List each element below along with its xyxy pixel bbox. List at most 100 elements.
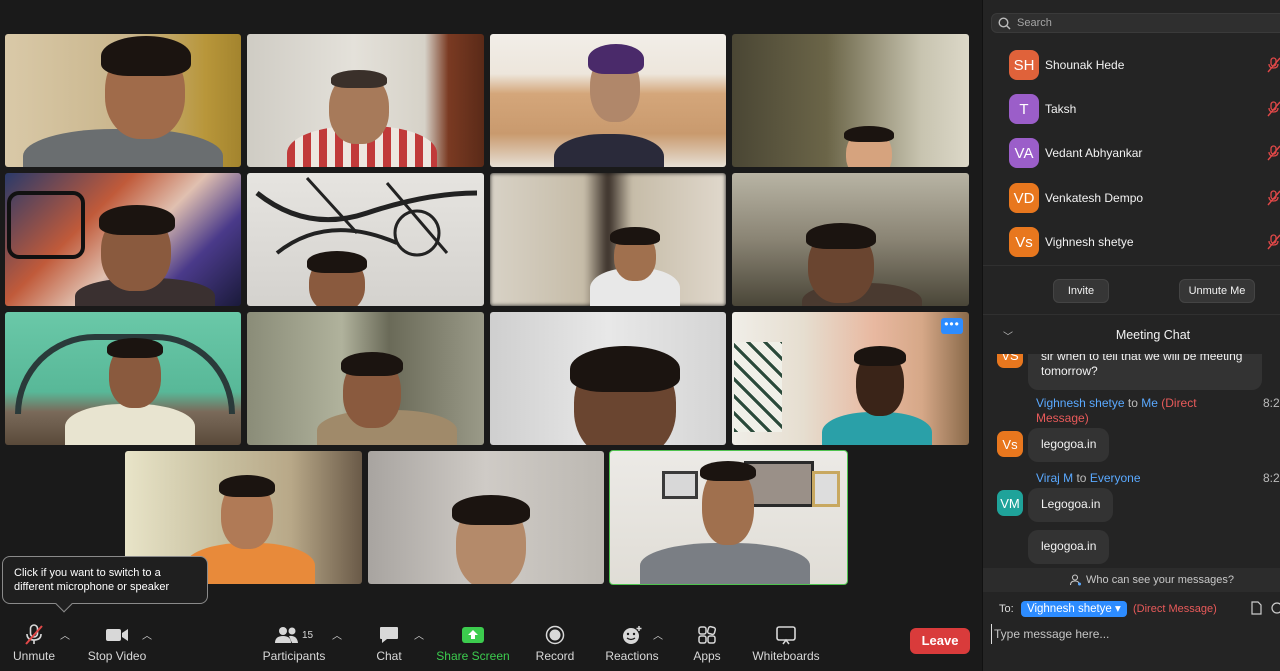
sender-name[interactable]: Vighnesh shetye — [1036, 396, 1125, 410]
to-word: to — [1076, 471, 1087, 485]
side-panel: SH Shounak Hede T Taksh VA Vedant Abhyan… — [982, 0, 1280, 671]
recipient-dropdown[interactable]: Vighnesh shetye ▾ — [1021, 601, 1127, 617]
chat-message: legogoa.in — [1028, 428, 1110, 462]
active-speaker-tile[interactable] — [609, 450, 848, 585]
whiteboards-button[interactable]: Whiteboards — [750, 616, 822, 671]
leave-button[interactable]: Leave — [910, 628, 970, 654]
tooltip-text-line1: Click if you want to switch to a — [14, 567, 161, 579]
recipient-name: Vighnesh shetye — [1027, 603, 1112, 615]
more-options-icon[interactable]: ••• — [941, 318, 963, 334]
participants-label: Participants — [262, 649, 326, 663]
mic-muted-icon — [24, 624, 44, 646]
recipient-name: Everyone — [1089, 471, 1141, 485]
participants-button[interactable]: 15 Participants — [260, 616, 328, 671]
chat-message: sir when to tell that we will be meeting… — [1028, 354, 1262, 390]
chat-button[interactable]: Chat — [370, 616, 408, 671]
video-tile[interactable] — [490, 312, 726, 445]
audio-options-chevron-icon[interactable]: ︿ — [60, 627, 70, 642]
mic-muted-icon[interactable] — [1267, 234, 1280, 250]
reactions-label: Reactions — [605, 649, 659, 663]
microphone-tooltip: Click if you want to switch to a differe… — [2, 556, 208, 613]
apps-label: Apps — [693, 649, 721, 663]
share-screen-button[interactable]: Share Screen — [436, 616, 510, 671]
video-camera-icon — [105, 624, 129, 646]
stop-video-button[interactable]: Stop Video — [86, 616, 148, 671]
message-time: 8:2 — [1263, 471, 1280, 485]
video-tile[interactable] — [490, 173, 726, 306]
video-gallery: ••• — [0, 0, 980, 616]
meeting-toolbar: Unmute ︿ Stop Video ︿ 15 Participants ︿ … — [0, 616, 980, 671]
mic-muted-icon[interactable] — [1267, 101, 1280, 117]
zoom-meeting-window: ••• Click if you want to switch to a dif… — [0, 0, 1280, 671]
emoji-icon — [621, 624, 643, 646]
share-screen-label: Share Screen — [436, 649, 510, 663]
direct-message-flag-line1: (Direct — [1161, 396, 1197, 410]
participant-name: Vighnesh shetye — [1045, 235, 1134, 249]
video-tile[interactable] — [247, 312, 484, 445]
whiteboard-icon — [775, 624, 797, 646]
apps-icon — [697, 624, 717, 646]
message-time: 8:2 — [1263, 396, 1280, 410]
video-tile[interactable] — [732, 173, 969, 306]
video-tile[interactable] — [247, 34, 484, 167]
participant-row[interactable]: VA Vedant Abhyankar — [983, 131, 1280, 175]
video-tile[interactable] — [368, 451, 604, 584]
emoji-icon[interactable] — [1271, 602, 1280, 614]
sender-name[interactable]: Viraj M — [1036, 471, 1073, 485]
participant-name: Vedant Abhyankar — [1045, 146, 1143, 160]
record-button[interactable]: Record — [532, 616, 578, 671]
avatar: VA — [1009, 138, 1039, 168]
direct-message-flag: (Direct Message) — [1133, 603, 1217, 615]
participant-actions: Invite Unmute Me — [983, 265, 1280, 315]
search-input[interactable] — [1017, 17, 1267, 29]
chat-message-header: Viraj M to Everyone — [1036, 471, 1256, 486]
mic-muted-icon[interactable] — [1267, 190, 1280, 206]
video-tile[interactable] — [5, 312, 241, 445]
participant-name: Taksh — [1045, 102, 1077, 116]
chat-bubble-icon — [379, 624, 399, 646]
apps-button[interactable]: Apps — [690, 616, 724, 671]
video-tile[interactable]: ••• — [732, 312, 969, 445]
reactions-button[interactable]: Reactions — [604, 616, 660, 671]
video-tile[interactable] — [490, 34, 726, 167]
reactions-options-chevron-icon[interactable]: ︿ — [653, 627, 663, 642]
chat-avatar: VM — [997, 490, 1023, 516]
invite-button[interactable]: Invite — [1053, 279, 1109, 303]
participant-row[interactable]: T Taksh — [983, 87, 1280, 131]
file-icon[interactable] — [1251, 601, 1262, 615]
chat-message-text-line2: tomorrow? — [1041, 364, 1098, 378]
search-icon — [998, 16, 1011, 30]
avatar: SH — [1009, 50, 1039, 80]
participant-row[interactable]: VD Venkatesh Dempo — [983, 176, 1280, 220]
video-tile[interactable] — [5, 173, 241, 306]
chat-message-input[interactable] — [991, 624, 1280, 644]
chat-message-text-line1: sir when to tell that we will be meeting — [1041, 354, 1243, 363]
chat-label: Chat — [376, 649, 402, 663]
participant-row[interactable]: SH Shounak Hede — [983, 43, 1280, 87]
recipient-name: Me — [1141, 396, 1158, 410]
participant-count: 15 — [301, 629, 314, 641]
participant-search[interactable] — [991, 13, 1280, 33]
participant-row[interactable]: Vs Vighnesh shetye — [983, 220, 1280, 264]
participants-icon — [274, 627, 298, 643]
mic-muted-icon[interactable] — [1267, 57, 1280, 73]
chat-message-list[interactable]: VS sir when to tell that we will be meet… — [983, 354, 1280, 568]
unmute-me-button[interactable]: Unmute Me — [1179, 279, 1255, 303]
recipient-row: To: Vighnesh shetye ▾ (Direct Message) — [983, 598, 1280, 620]
to-word: to — [1127, 396, 1138, 410]
participants-options-chevron-icon[interactable]: ︿ — [332, 627, 342, 642]
chat-options-chevron-icon[interactable]: ︿ — [414, 627, 424, 642]
unmute-button[interactable]: Unmute — [8, 616, 60, 671]
stop-video-label: Stop Video — [87, 649, 147, 663]
chat-header: ﹀ Meeting Chat — [983, 316, 1280, 354]
message-visibility-bar[interactable]: Who can see your messages? — [983, 568, 1280, 592]
video-tile[interactable] — [732, 34, 969, 167]
chat-message: Legogoa.in — [1028, 488, 1114, 522]
avatar: T — [1009, 94, 1039, 124]
mic-muted-icon[interactable] — [1267, 145, 1280, 161]
video-options-chevron-icon[interactable]: ︿ — [142, 627, 152, 642]
video-tile[interactable] — [5, 34, 241, 167]
avatar: Vs — [1009, 227, 1039, 257]
participant-name: Shounak Hede — [1045, 58, 1125, 72]
video-tile[interactable] — [247, 173, 484, 306]
